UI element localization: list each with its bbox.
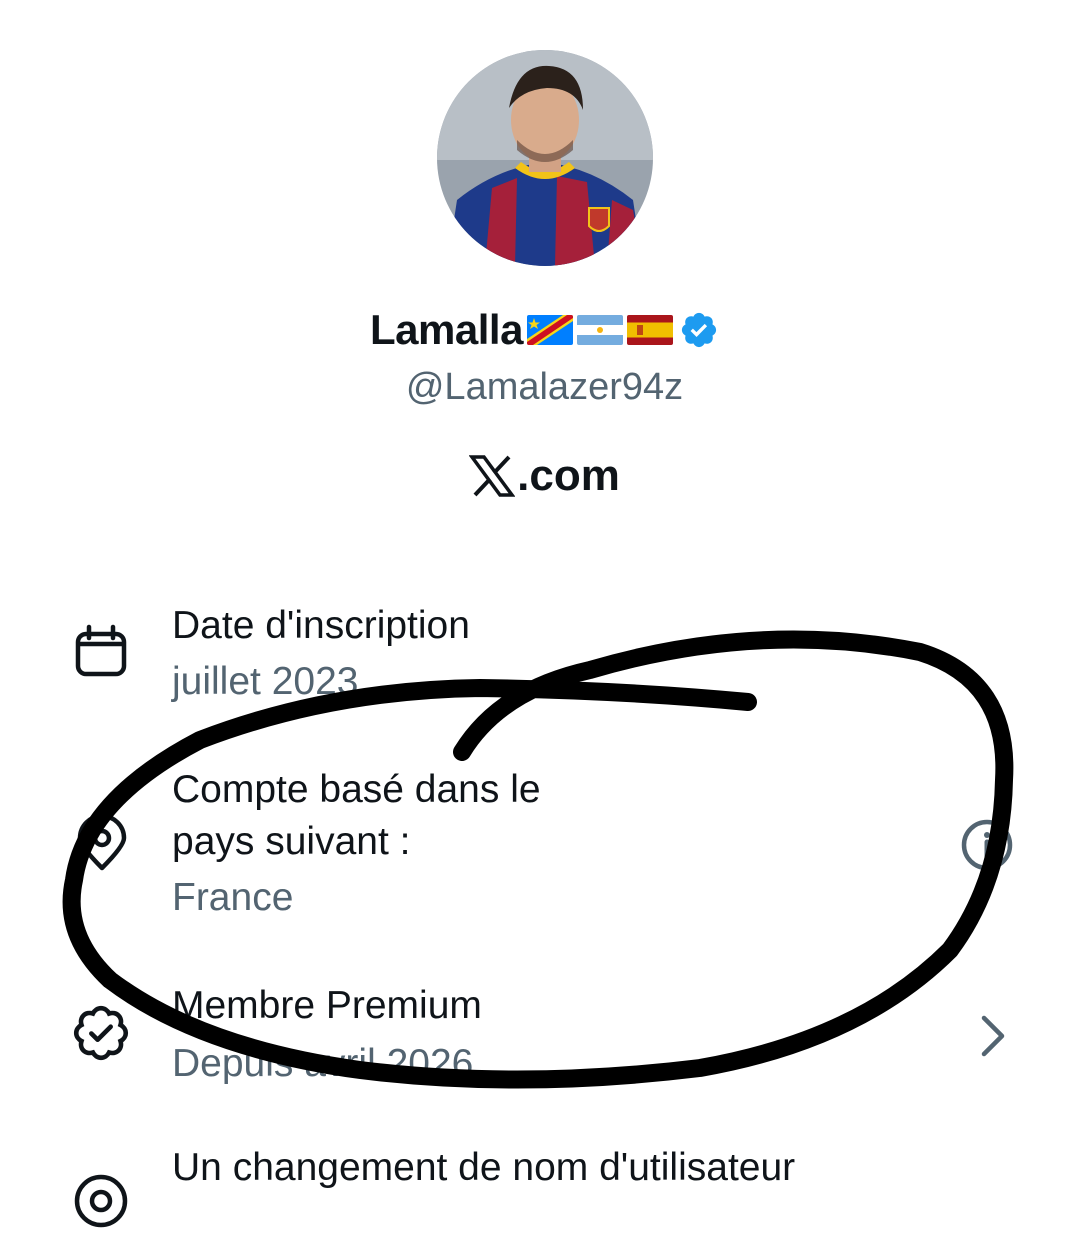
premium-value: Depuis avril 2026	[172, 1042, 474, 1085]
joined-value: juillet 2023	[172, 660, 359, 703]
profile-website-text: .com	[517, 451, 620, 500]
country-value: France	[172, 876, 294, 919]
about-row-country: Compte basé dans le pays suivant : Franc…	[0, 760, 1089, 930]
info-icon[interactable]	[960, 818, 1014, 877]
about-row-joined: Date d'inscription juillet 2023	[0, 598, 1089, 718]
at-sign-icon	[72, 1172, 130, 1235]
profile-handle: @Lamalazer94z	[405, 366, 684, 408]
profile-avatar[interactable]	[437, 50, 653, 266]
country-label-line1: Compte basé dans le	[172, 768, 541, 811]
display-name-text: Lamalla	[370, 306, 523, 353]
flag-dr-congo-icon	[526, 315, 573, 345]
display-name: Lamalla	[0, 302, 1089, 358]
chevron-right-icon[interactable]	[976, 1014, 1008, 1063]
joined-label: Date d'inscription	[172, 604, 470, 647]
about-row-premium[interactable]: Membre Premium Depuis avril 2026	[0, 978, 1089, 1098]
location-pin-icon	[76, 813, 128, 877]
verified-badge-icon[interactable]	[679, 310, 719, 350]
calendar-icon	[74, 624, 128, 683]
flag-argentina-icon	[576, 315, 623, 345]
profile-website-link[interactable]: .com	[0, 448, 1089, 504]
verified-badge-outline-icon	[72, 1004, 130, 1067]
username-change-label: Un changement de nom d'utilisateur	[172, 1146, 796, 1189]
premium-label: Membre Premium	[172, 984, 482, 1027]
about-row-username-change[interactable]: Un changement de nom d'utilisateur	[0, 1140, 1089, 1228]
flag-spain-icon	[626, 315, 673, 345]
x-logo-icon	[468, 454, 516, 498]
country-label-line2: pays suivant :	[172, 820, 411, 863]
